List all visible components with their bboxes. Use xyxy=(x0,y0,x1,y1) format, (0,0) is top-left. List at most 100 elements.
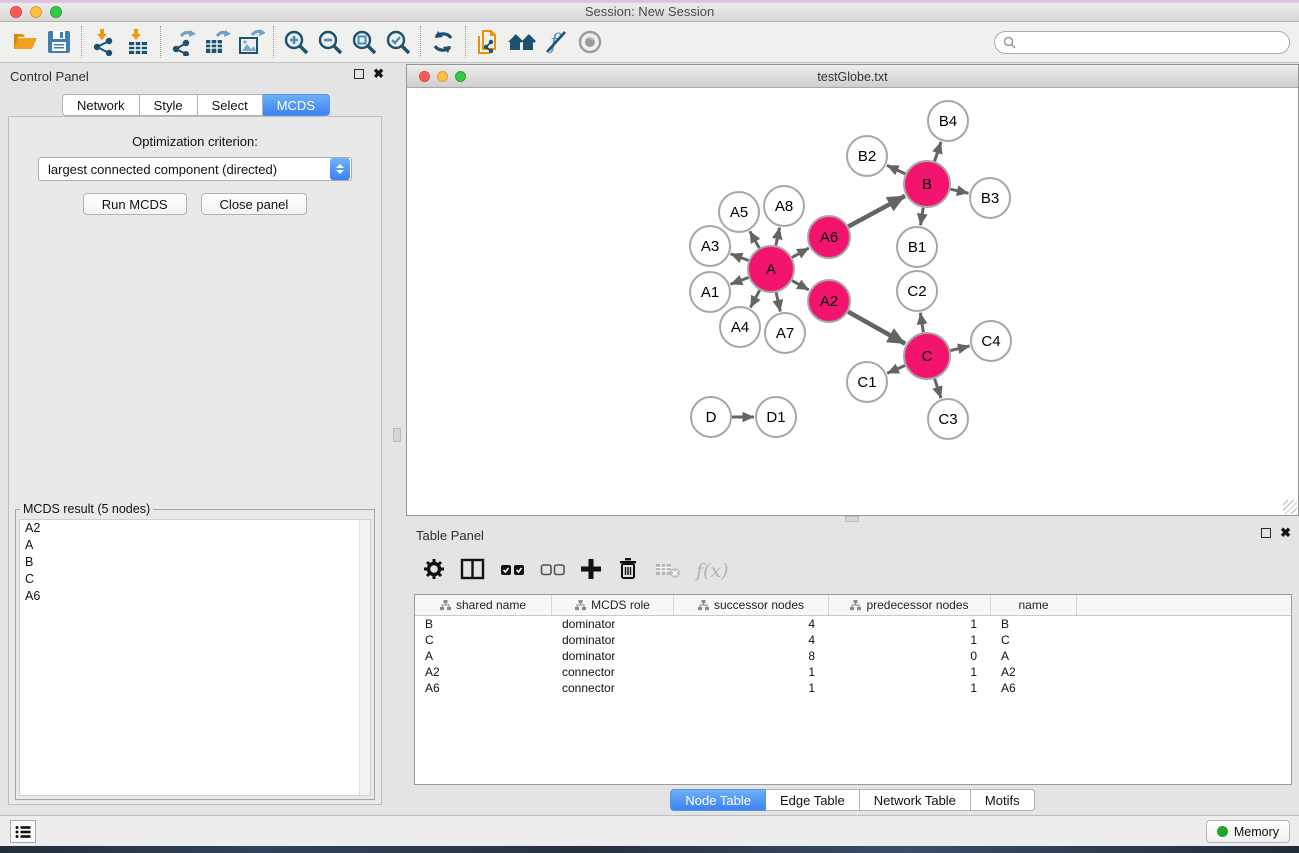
table-cell[interactable]: 0 xyxy=(829,648,991,664)
mcds-result-item[interactable]: C xyxy=(20,571,370,588)
network-node-B1[interactable]: B1 xyxy=(897,227,937,267)
table-cell[interactable] xyxy=(1077,648,1291,664)
column-header-name[interactable]: name xyxy=(991,595,1077,615)
table-cell[interactable]: 1 xyxy=(674,664,829,680)
add-column-icon[interactable] xyxy=(580,557,602,586)
table-cell[interactable]: connector xyxy=(552,680,674,696)
table-cell[interactable]: A2 xyxy=(415,664,552,680)
clone-network-icon[interactable] xyxy=(471,26,505,58)
table-cell[interactable]: connector xyxy=(552,664,674,680)
hide-graphics-icon[interactable]: f xyxy=(539,26,573,58)
table-row[interactable]: Bdominator41B xyxy=(415,616,1291,632)
show-graphics-eye-icon[interactable] xyxy=(573,26,607,58)
table-row[interactable]: Adominator80A xyxy=(415,648,1291,664)
edge-A-A7[interactable] xyxy=(776,292,780,311)
network-node-C3[interactable]: C3 xyxy=(928,399,968,439)
close-panel-button[interactable]: Close panel xyxy=(201,193,308,215)
network-node-A8[interactable]: A8 xyxy=(764,186,804,226)
mcds-result-item[interactable]: B xyxy=(20,554,370,571)
network-node-A1[interactable]: A1 xyxy=(690,272,730,312)
edge-C-C4[interactable] xyxy=(950,346,969,351)
zoom-selected-icon[interactable] xyxy=(381,26,415,58)
resize-grip[interactable] xyxy=(1283,500,1297,514)
tab-style[interactable]: Style xyxy=(140,94,198,116)
table-cell[interactable]: 8 xyxy=(674,648,829,664)
network-node-C[interactable]: C xyxy=(904,333,950,379)
table-cell[interactable]: 1 xyxy=(829,616,991,632)
edge-B-B4[interactable] xyxy=(935,142,941,161)
zoom-fit-icon[interactable] xyxy=(347,26,381,58)
result-list-scrollbar[interactable] xyxy=(359,520,370,795)
memory-button[interactable]: Memory xyxy=(1206,820,1290,843)
criterion-dropdown[interactable]: largest connected component (directed) xyxy=(38,157,352,181)
network-node-B4[interactable]: B4 xyxy=(928,101,968,141)
close-table-panel-icon[interactable]: ✖ xyxy=(1280,528,1291,538)
tab-node-table[interactable]: Node Table xyxy=(670,789,766,811)
table-row[interactable]: A2connector11A2 xyxy=(415,664,1291,680)
network-node-B3[interactable]: B3 xyxy=(970,178,1010,218)
table-cell[interactable]: 1 xyxy=(674,680,829,696)
table-cell[interactable]: 1 xyxy=(829,664,991,680)
table-row[interactable]: Cdominator41C xyxy=(415,632,1291,648)
table-cell[interactable]: 4 xyxy=(674,616,829,632)
table-cell[interactable] xyxy=(1077,680,1291,696)
edge-A-A2[interactable] xyxy=(792,281,809,290)
tab-select[interactable]: Select xyxy=(198,94,263,116)
search-input[interactable] xyxy=(1016,36,1289,50)
edge-A-A1[interactable] xyxy=(731,277,749,284)
edge-B-B2[interactable] xyxy=(887,165,905,174)
network-canvas[interactable]: B4B2BB3A5A8A6A3B1AA1C2A2A4A7C4CC1C3DD1 xyxy=(407,88,1298,515)
tab-network[interactable]: Network xyxy=(62,94,140,116)
zoom-out-icon[interactable] xyxy=(313,26,347,58)
network-node-C4[interactable]: C4 xyxy=(971,321,1011,361)
network-node-B[interactable]: B xyxy=(904,161,950,207)
select-all-icon[interactable] xyxy=(500,557,526,586)
task-history-button[interactable] xyxy=(10,820,36,843)
mcds-result-item[interactable]: A xyxy=(20,537,370,554)
edge-A2-C[interactable] xyxy=(848,312,905,344)
table-cell[interactable] xyxy=(1077,664,1291,680)
table-row[interactable]: A6connector11A6 xyxy=(415,680,1291,696)
export-image-icon[interactable] xyxy=(234,26,268,58)
close-panel-icon[interactable]: ✖ xyxy=(373,69,384,79)
table-cell[interactable] xyxy=(1077,632,1291,648)
edge-C-C2[interactable] xyxy=(920,313,923,333)
table-cell[interactable]: A6 xyxy=(991,680,1077,696)
network-node-D[interactable]: D xyxy=(691,397,731,437)
table-cell[interactable]: dominator xyxy=(552,648,674,664)
table-cell[interactable]: C xyxy=(991,632,1077,648)
network-node-C2[interactable]: C2 xyxy=(897,271,937,311)
table-cell[interactable]: dominator xyxy=(552,632,674,648)
edge-A-A5[interactable] xyxy=(750,231,759,248)
run-mcds-button[interactable]: Run MCDS xyxy=(83,193,187,215)
table-cell[interactable]: dominator xyxy=(552,616,674,632)
open-file-icon[interactable] xyxy=(8,26,42,58)
float-panel-icon[interactable] xyxy=(354,69,364,79)
export-table-icon[interactable] xyxy=(200,26,234,58)
network-node-A5[interactable]: A5 xyxy=(719,192,759,232)
network-node-C1[interactable]: C1 xyxy=(847,362,887,402)
column-header-successor-nodes[interactable]: successor nodes xyxy=(674,595,829,615)
network-node-A7[interactable]: A7 xyxy=(765,313,805,353)
mcds-result-item[interactable]: A2 xyxy=(20,520,370,537)
network-node-A2[interactable]: A2 xyxy=(808,280,850,322)
import-table-icon[interactable] xyxy=(121,26,155,58)
zoom-in-icon[interactable] xyxy=(279,26,313,58)
edge-B-B1[interactable] xyxy=(920,208,923,226)
delete-column-icon[interactable] xyxy=(616,556,640,587)
network-vertical-scroll-indicator[interactable] xyxy=(393,428,401,442)
edge-A6-B[interactable] xyxy=(848,196,905,227)
table-cell[interactable]: A6 xyxy=(415,680,552,696)
network-node-A6[interactable]: A6 xyxy=(808,216,850,258)
edge-C-C3[interactable] xyxy=(935,379,941,398)
tab-mcds[interactable]: MCDS xyxy=(263,94,330,116)
home-browser-icon[interactable] xyxy=(505,26,539,58)
edge-B-B3[interactable] xyxy=(950,189,968,193)
edge-A-A3[interactable] xyxy=(731,254,749,261)
edge-A-A6[interactable] xyxy=(792,248,809,257)
network-node-A[interactable]: A xyxy=(748,246,794,292)
float-table-panel-icon[interactable] xyxy=(1261,528,1271,538)
column-selector-icon[interactable] xyxy=(460,557,486,586)
save-session-icon[interactable] xyxy=(42,26,76,58)
mcds-result-item[interactable]: A6 xyxy=(20,588,370,605)
